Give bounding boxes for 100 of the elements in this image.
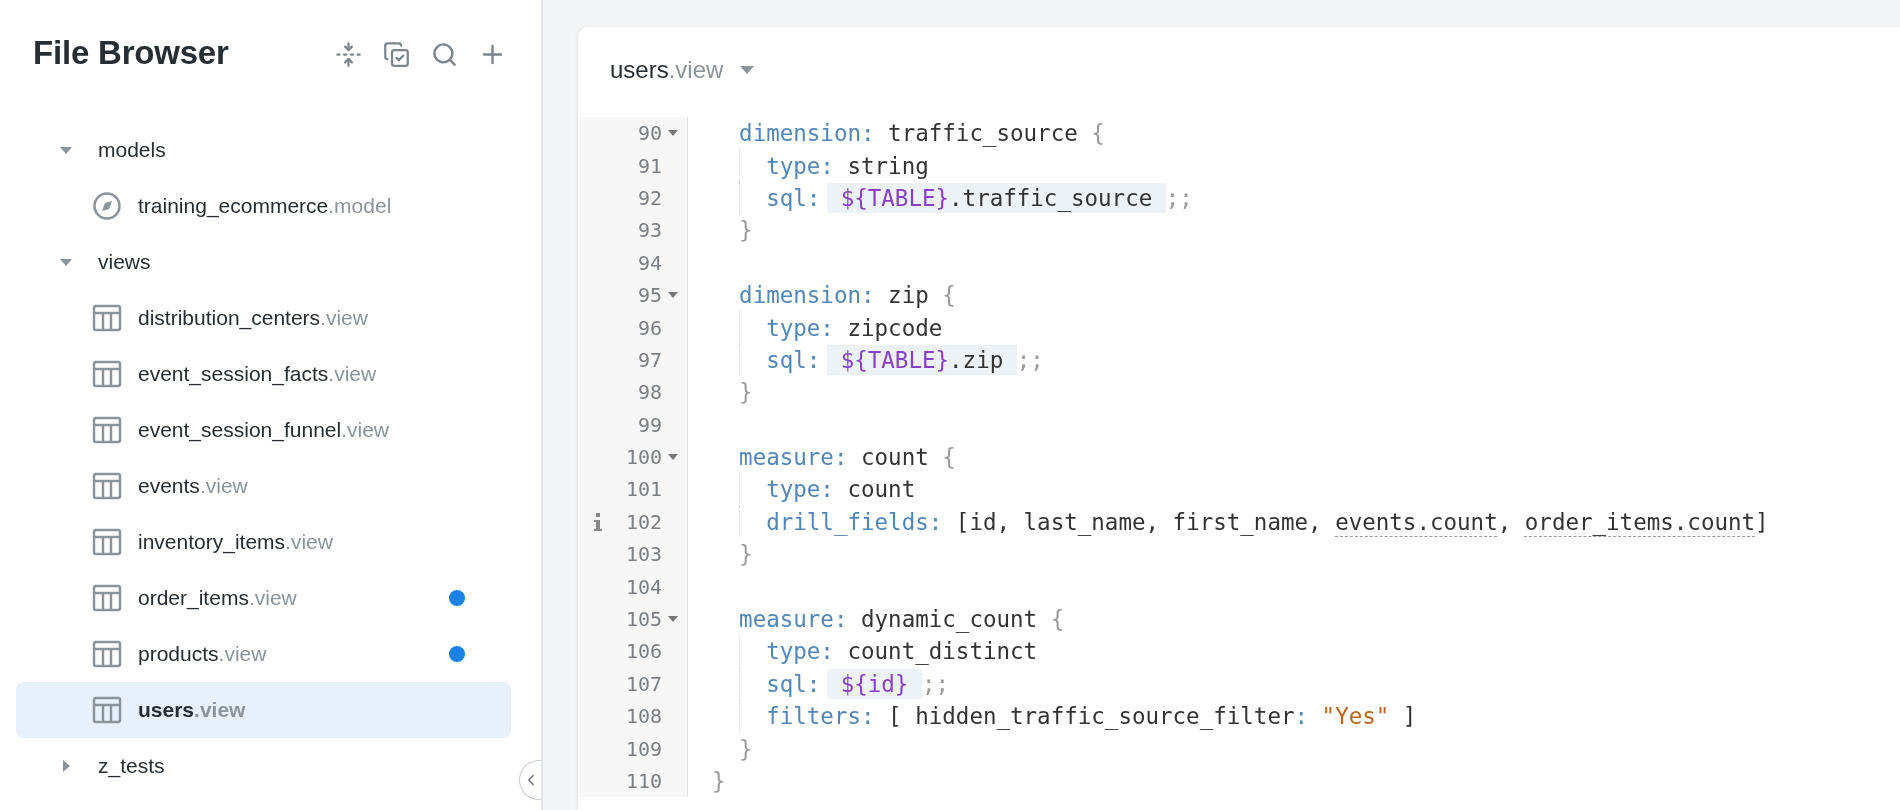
file-name: order_items.view bbox=[138, 586, 297, 610]
line-number: 101 bbox=[624, 477, 662, 502]
table-icon bbox=[92, 359, 122, 389]
folder-item[interactable]: z_tests bbox=[16, 738, 511, 794]
code-token: drill_fields: bbox=[765, 508, 943, 535]
code-token: count_distinct bbox=[846, 638, 1038, 665]
line-number: 99 bbox=[636, 412, 662, 437]
line-number: 90 bbox=[636, 121, 662, 146]
code-token: count bbox=[860, 444, 930, 471]
field-reference[interactable]: order_items.count bbox=[1524, 508, 1756, 535]
code-token: .zip bbox=[949, 346, 1004, 373]
code-token: { bbox=[942, 282, 956, 309]
compass-icon bbox=[92, 191, 122, 221]
line-number: 98 bbox=[636, 380, 662, 405]
file-name: distribution_centers.view bbox=[138, 306, 368, 330]
code-token: , bbox=[1497, 508, 1513, 535]
code-token: filters: bbox=[765, 703, 875, 730]
code-token: ${TABLE} bbox=[840, 184, 950, 211]
code-token: traffic_source bbox=[887, 120, 1079, 147]
line-number: 94 bbox=[636, 250, 662, 275]
field-reference[interactable]: events.count bbox=[1335, 508, 1498, 535]
sidebar-title: File Browser bbox=[33, 34, 230, 72]
code-token: { bbox=[1091, 120, 1105, 147]
code-token: ] bbox=[1755, 508, 1769, 535]
code-token: } bbox=[738, 379, 753, 406]
file-title-dropdown[interactable]: users.view bbox=[610, 56, 756, 84]
code-token: { bbox=[942, 444, 956, 471]
line-number: 105 bbox=[624, 607, 662, 632]
table-icon bbox=[92, 583, 122, 613]
folder-name: views bbox=[98, 250, 151, 274]
line-number: 109 bbox=[624, 736, 662, 761]
code-token: dynamic_count bbox=[860, 606, 1039, 633]
file-item[interactable]: training_ecommerce.model bbox=[16, 178, 511, 234]
code-token: .traffic_source bbox=[949, 184, 1153, 211]
code-token: [ hidden_traffic_source_filter bbox=[887, 703, 1295, 730]
file-item[interactable]: users.view bbox=[16, 682, 511, 738]
file-item[interactable]: events.view bbox=[16, 458, 511, 514]
file-item[interactable]: distribution_centers.view bbox=[16, 290, 511, 346]
code-token: : bbox=[1294, 703, 1309, 730]
code-token: sql: bbox=[765, 184, 821, 211]
code-token: type: bbox=[765, 314, 834, 341]
code-token: zip bbox=[887, 282, 930, 309]
code-token: ;; bbox=[1165, 184, 1193, 211]
fold-caret-icon[interactable] bbox=[667, 129, 679, 138]
fold-caret-icon[interactable] bbox=[667, 291, 679, 300]
code-token: type: bbox=[765, 638, 834, 665]
caret-down-icon bbox=[739, 65, 756, 75]
file-name: users.view bbox=[138, 698, 246, 722]
code-token: sql: bbox=[765, 346, 821, 373]
code-token: type: bbox=[765, 476, 834, 503]
table-icon bbox=[92, 303, 122, 333]
file-item[interactable]: event_session_facts.view bbox=[16, 346, 511, 402]
code-token: dimension: bbox=[738, 120, 875, 147]
code-token: dimension: bbox=[738, 282, 875, 309]
line-number: 108 bbox=[624, 704, 662, 729]
line-number: 100 bbox=[624, 445, 662, 470]
fold-caret-icon[interactable] bbox=[667, 615, 679, 624]
line-number: 95 bbox=[636, 283, 662, 308]
code-token: zipcode bbox=[846, 314, 943, 341]
line-number: 107 bbox=[624, 671, 662, 696]
code-token: count bbox=[846, 476, 916, 503]
code-token: ;; bbox=[921, 670, 950, 697]
file-item[interactable]: inventory_items.view bbox=[16, 514, 511, 570]
collapse-sidebar-button[interactable] bbox=[519, 760, 541, 800]
code-token: type: bbox=[765, 152, 834, 179]
folder-item[interactable]: views bbox=[16, 234, 511, 290]
file-item[interactable]: order_items.view bbox=[16, 570, 511, 626]
folder-item[interactable]: models bbox=[16, 122, 511, 178]
code-token: [id, last_name, first_name, bbox=[954, 508, 1323, 535]
checklist-icon[interactable] bbox=[381, 39, 411, 69]
file-name: events.view bbox=[138, 474, 248, 498]
folder-name: models bbox=[98, 138, 166, 162]
file-item[interactable]: event_session_funnel.view bbox=[16, 402, 511, 458]
code-token: { bbox=[1050, 606, 1065, 633]
collapse-all-icon[interactable] bbox=[333, 39, 363, 69]
info-icon[interactable] bbox=[593, 511, 603, 532]
table-icon bbox=[92, 639, 122, 669]
code-token: string bbox=[846, 152, 929, 179]
code-token: } bbox=[738, 735, 753, 762]
line-number: 93 bbox=[636, 218, 662, 243]
table-icon bbox=[92, 695, 122, 725]
code-token: "Yes" bbox=[1320, 703, 1390, 730]
file-item[interactable]: products.view bbox=[16, 626, 511, 682]
code-token: ${id} bbox=[840, 670, 909, 697]
line-number: 96 bbox=[636, 315, 662, 340]
file-name: products.view bbox=[138, 642, 267, 666]
line-number: 91 bbox=[636, 153, 662, 178]
table-icon bbox=[92, 527, 122, 557]
line-number: 97 bbox=[636, 347, 662, 372]
code-token: sql: bbox=[765, 670, 821, 697]
code-token: ${TABLE} bbox=[840, 346, 950, 373]
line-number: 102 bbox=[624, 509, 662, 534]
file-name: event_session_funnel.view bbox=[138, 418, 389, 442]
fold-caret-icon[interactable] bbox=[667, 453, 679, 462]
file-name: inventory_items.view bbox=[138, 530, 333, 554]
line-number: 103 bbox=[624, 542, 662, 567]
line-number: 110 bbox=[624, 769, 662, 793]
code-token: ;; bbox=[1016, 346, 1044, 373]
code-token: } bbox=[738, 217, 753, 244]
code-token: measure: bbox=[738, 606, 848, 633]
